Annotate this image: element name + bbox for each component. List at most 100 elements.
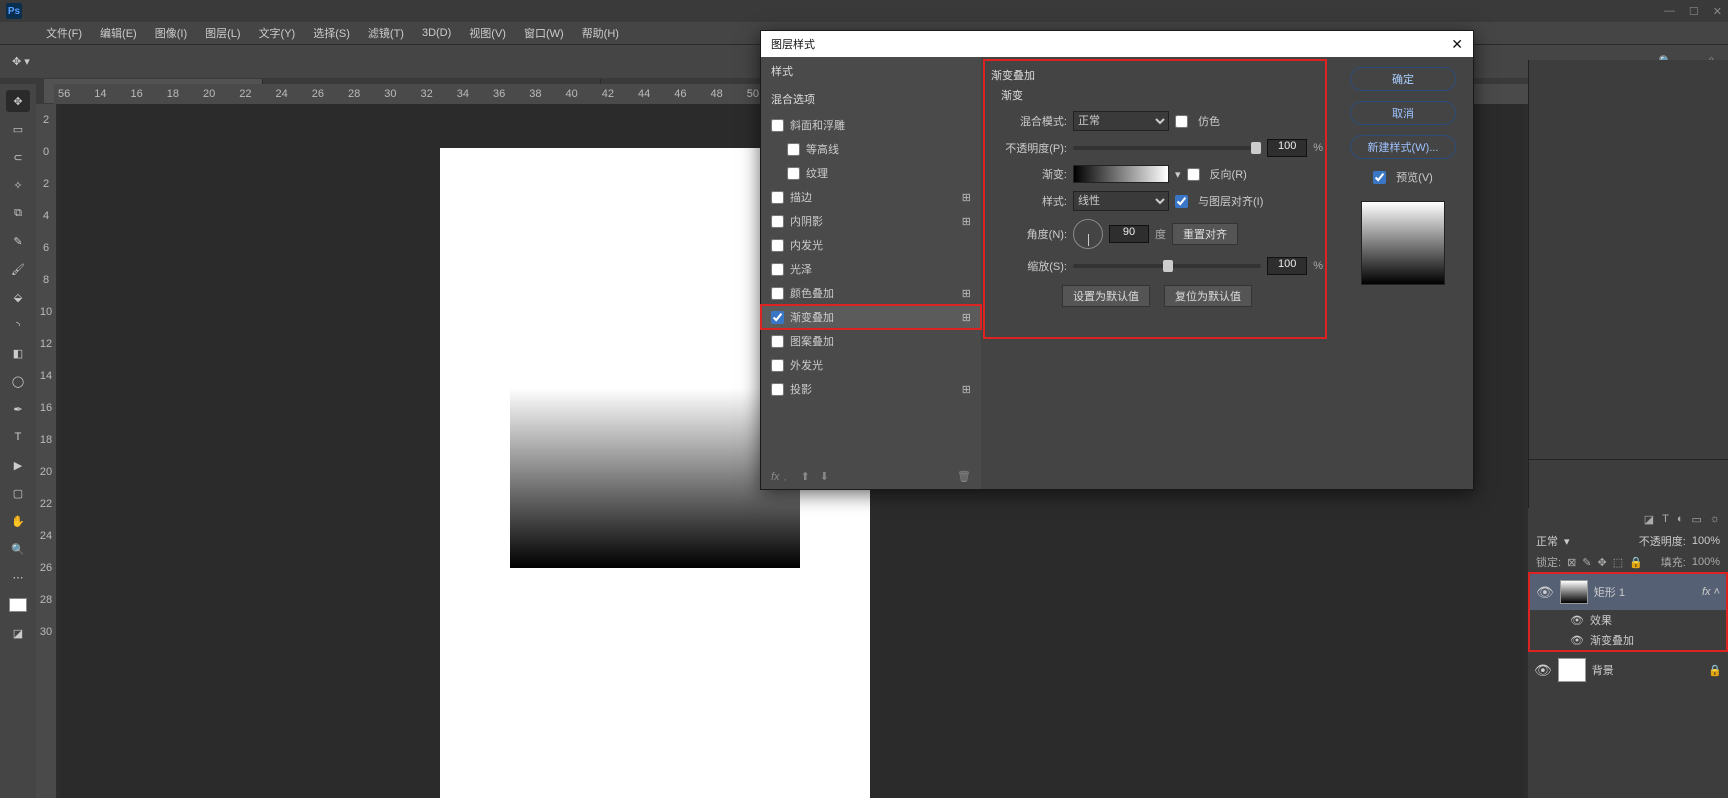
zoom-tool[interactable]: 🔍: [6, 538, 30, 560]
opacity-slider[interactable]: [1073, 146, 1261, 150]
menu-item[interactable]: 编辑(E): [94, 23, 143, 43]
swatch[interactable]: [6, 594, 30, 616]
crop-tool[interactable]: ⧉: [6, 202, 30, 224]
gradient-style-select[interactable]: 线性: [1073, 191, 1169, 211]
style-item[interactable]: 光泽: [761, 257, 981, 281]
brush-tool[interactable]: 🖌: [6, 258, 30, 280]
lasso-tool[interactable]: ⊂: [6, 146, 30, 168]
visibility-icon[interactable]: 👁: [1570, 614, 1584, 627]
angle-input[interactable]: 90: [1109, 225, 1149, 243]
layer-name[interactable]: 矩形 1: [1594, 584, 1625, 600]
layer-row-background[interactable]: 👁 背景 🔒: [1528, 652, 1728, 688]
lock-pix-icon[interactable]: ⬚: [1613, 556, 1623, 569]
style-item[interactable]: 内发光: [761, 233, 981, 257]
style-item[interactable]: 等高线: [761, 137, 981, 161]
style-item[interactable]: 投影⊞: [761, 377, 981, 401]
scale-input[interactable]: 100: [1267, 257, 1307, 275]
layer-effect-gradient[interactable]: 👁 渐变叠加: [1530, 630, 1726, 650]
dialog-title-bar[interactable]: 图层样式 ✕: [761, 31, 1473, 57]
layer-effect-group[interactable]: 👁 效果: [1530, 610, 1726, 630]
reverse-checkbox[interactable]: [1187, 168, 1200, 181]
scale-slider[interactable]: [1073, 264, 1261, 268]
path-select-tool[interactable]: ▶: [6, 454, 30, 476]
styles-header[interactable]: 样式: [761, 57, 981, 85]
more-tool[interactable]: ⋯: [6, 566, 30, 588]
fx-badge[interactable]: fx ˄: [1702, 586, 1720, 598]
dither-checkbox[interactable]: [1175, 115, 1188, 128]
menu-item[interactable]: 3D(D): [416, 25, 457, 41]
shape-tool[interactable]: ▢: [6, 482, 30, 504]
current-tool-icon[interactable]: ✥ ▾: [12, 55, 30, 68]
style-checkbox[interactable]: [771, 119, 784, 132]
down-icon[interactable]: ⬇: [820, 470, 829, 483]
lock-icon[interactable]: 🔒: [1629, 556, 1643, 569]
filter-icon[interactable]: T: [1662, 513, 1669, 525]
style-checkbox[interactable]: [771, 335, 784, 348]
style-item[interactable]: 内阴影⊞: [761, 209, 981, 233]
close-icon[interactable]: ✕: [1451, 36, 1463, 53]
add-instance-icon[interactable]: ⊞: [962, 215, 971, 228]
style-checkbox[interactable]: [771, 311, 784, 324]
close-icon[interactable]: ✕: [1713, 5, 1722, 18]
eyedropper-tool[interactable]: ✎: [6, 230, 30, 252]
new-style-button[interactable]: 新建样式(W)...: [1350, 135, 1456, 159]
lock-move-icon[interactable]: ✥: [1598, 556, 1607, 569]
marquee-tool[interactable]: ▭: [6, 118, 30, 140]
blend-mode[interactable]: 正常: [1536, 533, 1558, 549]
layer-thumb[interactable]: [1560, 580, 1588, 604]
trash-icon[interactable]: 🗑: [957, 470, 971, 483]
add-instance-icon[interactable]: ⊞: [962, 191, 971, 204]
magic-wand-tool[interactable]: ✧: [6, 174, 30, 196]
menu-item[interactable]: 帮助(H): [576, 23, 625, 43]
style-checkbox[interactable]: [787, 143, 800, 156]
move-tool[interactable]: ✥: [6, 90, 30, 112]
make-default-button[interactable]: 设置为默认值: [1062, 285, 1150, 307]
filter-icon[interactable]: ◪: [1644, 513, 1654, 526]
style-item[interactable]: 纹理: [761, 161, 981, 185]
eraser-tool[interactable]: ◝: [6, 314, 30, 336]
chevron-down-icon[interactable]: ▾: [1175, 168, 1181, 181]
filter-icon[interactable]: ☼: [1710, 513, 1720, 525]
visibility-icon[interactable]: 👁: [1534, 662, 1552, 679]
layer-name[interactable]: 背景: [1592, 662, 1614, 678]
filter-icon[interactable]: ▭: [1692, 513, 1702, 526]
hand-tool[interactable]: ✋: [6, 510, 30, 532]
style-item[interactable]: 斜面和浮雕: [761, 113, 981, 137]
style-checkbox[interactable]: [787, 167, 800, 180]
style-checkbox[interactable]: [771, 191, 784, 204]
visibility-icon[interactable]: 👁: [1536, 584, 1554, 601]
menu-item[interactable]: 文件(F): [40, 23, 88, 43]
angle-wheel[interactable]: [1073, 219, 1103, 249]
blend-options-header[interactable]: 混合选项: [761, 85, 981, 113]
gradient-preview[interactable]: [1073, 165, 1169, 183]
align-checkbox[interactable]: [1175, 195, 1188, 208]
layer-thumb[interactable]: [1558, 658, 1586, 682]
add-instance-icon[interactable]: ⊞: [962, 311, 971, 324]
style-item[interactable]: 描边⊞: [761, 185, 981, 209]
type-tool[interactable]: T: [6, 426, 30, 448]
filter-icon[interactable]: ◐: [1677, 513, 1684, 525]
reset-default-button[interactable]: 复位为默认值: [1164, 285, 1252, 307]
style-checkbox[interactable]: [771, 287, 784, 300]
menu-item[interactable]: 文字(Y): [253, 23, 302, 43]
chevron-down-icon[interactable]: ▾: [1564, 535, 1570, 548]
style-item[interactable]: 颜色叠加⊞: [761, 281, 981, 305]
dodge-tool[interactable]: ◯: [6, 370, 30, 392]
menu-item[interactable]: 图像(I): [149, 23, 193, 43]
menu-item[interactable]: 视图(V): [463, 23, 512, 43]
layer-row-shape[interactable]: 👁 矩形 1 fx ˄: [1530, 574, 1726, 610]
minimize-icon[interactable]: —: [1664, 5, 1675, 18]
style-item[interactable]: 图案叠加: [761, 329, 981, 353]
style-checkbox[interactable]: [771, 239, 784, 252]
add-instance-icon[interactable]: ⊞: [962, 287, 971, 300]
style-checkbox[interactable]: [771, 383, 784, 396]
up-icon[interactable]: ⬆: [801, 470, 810, 483]
menu-item[interactable]: 窗口(W): [518, 23, 570, 43]
maximize-icon[interactable]: ☐: [1689, 5, 1699, 18]
ok-button[interactable]: 确定: [1350, 67, 1456, 91]
reset-align-button[interactable]: 重置对齐: [1172, 223, 1238, 245]
fill-value[interactable]: 100%: [1692, 556, 1720, 568]
quick-mask-tool[interactable]: ◪: [6, 622, 30, 644]
lock-pos-icon[interactable]: ✎: [1582, 556, 1591, 569]
lock-all-icon[interactable]: ⊠: [1567, 556, 1576, 569]
